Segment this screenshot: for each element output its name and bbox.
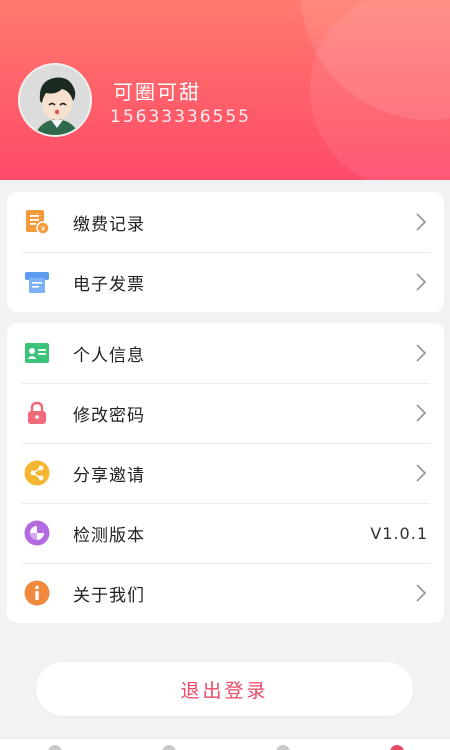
avatar[interactable]: [18, 63, 92, 137]
menu-item-personal-info[interactable]: 个人信息: [7, 323, 444, 383]
share-icon: [24, 460, 50, 486]
menu-item-check-version[interactable]: 检测版本 V1.0.1: [7, 503, 444, 563]
info-icon: [24, 580, 50, 606]
menu-item-label: 电子发票: [73, 274, 145, 295]
chevron-right-icon: [415, 583, 427, 603]
tab-service-icon[interactable]: [162, 745, 176, 750]
menu-item-e-invoice[interactable]: 电子发票: [7, 252, 444, 312]
svg-text:¥: ¥: [41, 225, 46, 233]
menu-item-label: 关于我们: [73, 585, 145, 606]
chevron-right-icon: [415, 343, 427, 363]
phone-number: 15633336555: [110, 107, 251, 127]
profile-header: 可圈可甜 15633336555: [0, 0, 450, 180]
payment-record-icon: ¥: [24, 209, 50, 235]
version-icon: [24, 520, 50, 546]
menu-card-account: 个人信息 修改密码 分享邀请 检测版本 V1.0.1 关于我们: [7, 323, 444, 623]
menu-item-share-invite[interactable]: 分享邀请: [7, 443, 444, 503]
invoice-icon: [24, 269, 50, 295]
menu-item-payment-records[interactable]: ¥ 缴费记录: [7, 192, 444, 252]
tab-home-icon[interactable]: [48, 745, 62, 750]
lock-icon: [24, 400, 50, 426]
tab-mine-icon[interactable]: [390, 745, 404, 750]
chevron-right-icon: [415, 212, 427, 232]
chevron-right-icon: [415, 463, 427, 483]
menu-item-label: 分享邀请: [73, 465, 145, 486]
bottom-tab-bar: [0, 738, 450, 750]
chevron-right-icon: [415, 272, 427, 292]
menu-card-billing: ¥ 缴费记录 电子发票: [7, 192, 444, 312]
menu-item-label: 缴费记录: [73, 214, 145, 235]
tab-message-icon[interactable]: [276, 745, 290, 750]
menu-item-label: 检测版本: [73, 525, 145, 546]
menu-item-label: 个人信息: [73, 345, 145, 366]
id-card-icon: [24, 340, 50, 366]
menu-item-label: 修改密码: [73, 405, 145, 426]
header-decor-circle: [310, 0, 450, 180]
username: 可圈可甜: [113, 80, 201, 104]
menu-item-about-us[interactable]: 关于我们: [7, 563, 444, 623]
version-value: V1.0.1: [370, 523, 428, 543]
menu-item-change-password[interactable]: 修改密码: [7, 383, 444, 443]
logout-button[interactable]: 退出登录: [36, 662, 413, 716]
chevron-right-icon: [415, 403, 427, 423]
